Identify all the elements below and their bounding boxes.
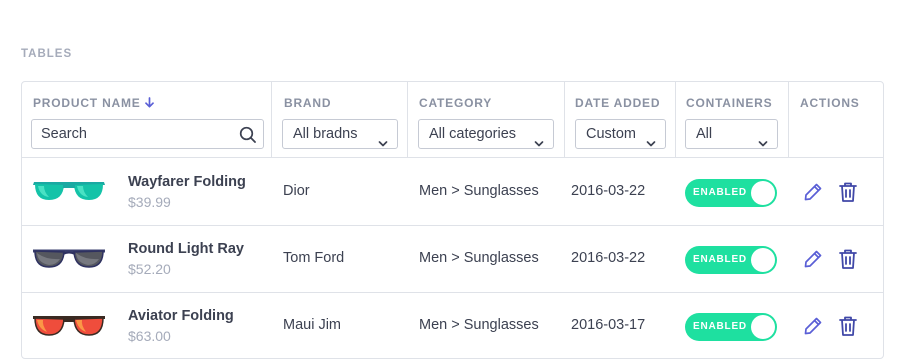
category-cell: Men > Sunglasses <box>419 317 539 333</box>
category-filter-value: All categories <box>429 126 517 142</box>
date-filter-value: Custom <box>586 126 636 142</box>
pencil-icon[interactable] <box>803 182 823 207</box>
brand-cell: Maui Jim <box>283 317 342 333</box>
product-name[interactable]: Round Light Ray <box>128 241 244 257</box>
brand-filter-select[interactable]: All bradns <box>282 119 398 149</box>
containers-filter-value: All <box>696 126 713 142</box>
toggle-knob <box>751 315 775 339</box>
column-divider <box>675 82 676 158</box>
product-price: $39.99 <box>128 194 171 210</box>
table-row: Aviator Folding $63.00 Maui Jim Men > Su… <box>22 292 883 358</box>
search-input[interactable] <box>32 120 232 148</box>
brand-filter-value: All bradns <box>293 126 358 142</box>
products-table: PRODUCT NAME BRAND CATEGORY DATE ADDED C… <box>21 81 884 359</box>
status-label: ENABLED <box>693 187 747 198</box>
column-header-actions: ACTIONS <box>800 96 860 110</box>
brand-cell: Tom Ford <box>283 250 345 266</box>
status-toggle[interactable]: ENABLED <box>685 313 777 341</box>
pencil-icon[interactable] <box>803 249 823 274</box>
column-divider <box>564 82 565 158</box>
status-label: ENABLED <box>693 321 747 332</box>
date-cell: 2016-03-22 <box>571 183 646 199</box>
category-cell: Men > Sunglasses <box>419 183 539 199</box>
product-name[interactable]: Aviator Folding <box>128 308 234 324</box>
trash-icon[interactable] <box>838 181 858 208</box>
search-icon[interactable] <box>239 126 257 149</box>
chevron-down-icon <box>758 130 768 158</box>
gray-sunglasses-icon <box>32 243 106 278</box>
product-name[interactable]: Wayfarer Folding <box>128 174 246 190</box>
chevron-down-icon <box>646 130 656 158</box>
section-title: TABLES <box>21 48 73 60</box>
arrow-down-icon[interactable] <box>144 97 154 111</box>
status-toggle[interactable]: ENABLED <box>685 179 777 207</box>
brand-cell: Dior <box>283 183 310 199</box>
status-toggle[interactable]: ENABLED <box>685 246 777 274</box>
date-cell: 2016-03-22 <box>571 250 646 266</box>
column-header-category[interactable]: CATEGORY <box>419 96 492 110</box>
toggle-knob <box>751 181 775 205</box>
column-divider <box>271 82 272 158</box>
teal-sunglasses-icon <box>32 176 106 211</box>
table-row: Wayfarer Folding $39.99 Dior Men > Sungl… <box>22 158 883 225</box>
trash-icon[interactable] <box>838 315 858 342</box>
status-label: ENABLED <box>693 254 747 265</box>
category-filter-select[interactable]: All categories <box>418 119 554 149</box>
product-price: $63.00 <box>128 328 171 344</box>
table-row: Round Light Ray $52.20 Tom Ford Men > Su… <box>22 225 883 292</box>
column-header-containers[interactable]: CONTAINERS <box>686 96 772 110</box>
pencil-icon[interactable] <box>803 316 823 341</box>
column-header-brand[interactable]: BRAND <box>284 96 331 110</box>
column-divider <box>407 82 408 158</box>
column-header-product-name[interactable]: PRODUCT NAME <box>33 96 154 111</box>
column-header-date-added[interactable]: DATE ADDED <box>575 96 660 110</box>
toggle-knob <box>751 248 775 272</box>
column-label: PRODUCT NAME <box>33 96 141 110</box>
product-price: $52.20 <box>128 261 171 277</box>
search-field[interactable] <box>31 119 264 149</box>
chevron-down-icon <box>378 130 388 158</box>
trash-icon[interactable] <box>838 248 858 275</box>
containers-filter-select[interactable]: All <box>685 119 778 149</box>
table-header: PRODUCT NAME BRAND CATEGORY DATE ADDED C… <box>22 82 883 158</box>
date-filter-select[interactable]: Custom <box>575 119 666 149</box>
red-sunglasses-icon <box>32 310 106 345</box>
date-cell: 2016-03-17 <box>571 317 646 333</box>
chevron-down-icon <box>534 130 544 158</box>
category-cell: Men > Sunglasses <box>419 250 539 266</box>
column-divider <box>788 82 789 158</box>
